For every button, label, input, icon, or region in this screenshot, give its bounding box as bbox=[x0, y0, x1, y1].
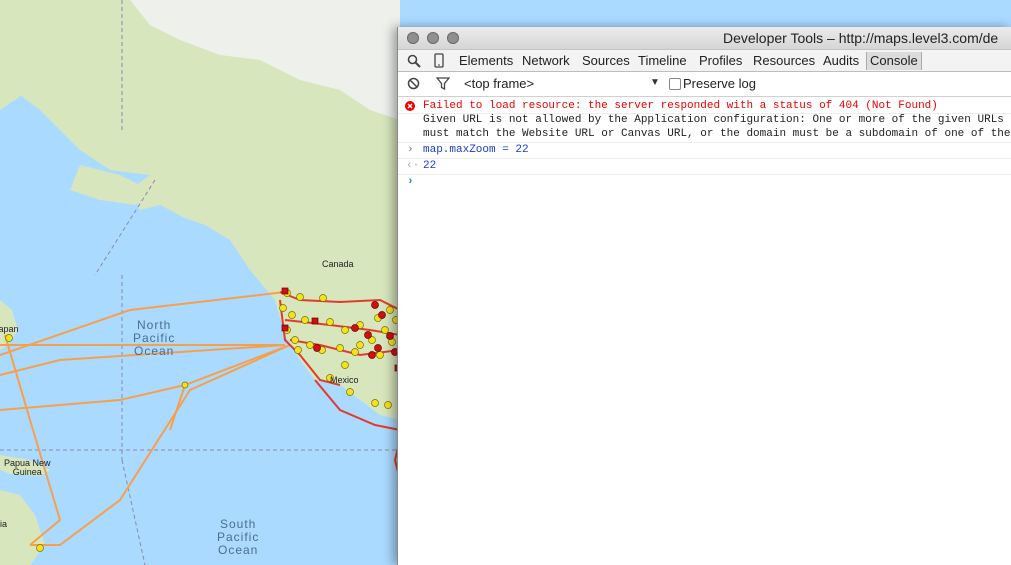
south-pacific-ocean-label: South Pacific Ocean bbox=[217, 518, 259, 557]
close-window-button[interactable] bbox=[407, 32, 419, 44]
console-error-message: Failed to load resource: the server resp… bbox=[398, 99, 1011, 114]
minimize-window-button[interactable] bbox=[427, 32, 439, 44]
canada-label: Canada bbox=[322, 259, 354, 269]
result-arrow-icon: ‹· bbox=[406, 160, 420, 172]
window-titlebar[interactable]: Developer Tools – http://maps.level3.com… bbox=[398, 27, 1011, 50]
log-text-line1: Given URL is not allowed by the Applicat… bbox=[423, 114, 1004, 126]
console-input-entry: › map.maxZoom = 22 bbox=[398, 143, 1011, 159]
tab-profiles[interactable]: Profiles bbox=[699, 53, 742, 68]
clear-console-icon[interactable] bbox=[407, 77, 420, 90]
window-title: Developer Tools – http://maps.level3.com… bbox=[723, 30, 999, 46]
preserve-log-label[interactable]: Preserve log bbox=[683, 76, 756, 91]
tab-timeline[interactable]: Timeline bbox=[638, 53, 687, 68]
tab-elements[interactable]: Elements bbox=[459, 53, 513, 68]
tab-network[interactable]: Network bbox=[522, 53, 570, 68]
png-label: Papua New Guinea bbox=[4, 459, 51, 477]
console-log-message: Given URL is not allowed by the Applicat… bbox=[398, 114, 1011, 143]
result-value-text: 22 bbox=[423, 160, 437, 172]
input-prompt-icon: › bbox=[407, 144, 414, 156]
preserve-log-checkbox[interactable] bbox=[669, 78, 681, 90]
frame-select[interactable]: <top frame> bbox=[464, 76, 534, 91]
prompt-caret-icon: › bbox=[407, 176, 414, 188]
search-icon[interactable] bbox=[407, 54, 421, 68]
zoom-window-button[interactable] bbox=[447, 32, 459, 44]
console-prompt[interactable]: › bbox=[398, 175, 1011, 191]
ocean-label-line: Ocean bbox=[133, 344, 175, 358]
tab-resources[interactable]: Resources bbox=[753, 53, 815, 68]
chevron-down-icon[interactable]: ▼ bbox=[650, 77, 660, 88]
error-icon bbox=[405, 101, 415, 111]
north-pacific-ocean-label: North Pacific Ocean bbox=[133, 319, 175, 358]
tab-audits[interactable]: Audits bbox=[823, 53, 859, 68]
japan-label: Japan bbox=[0, 324, 19, 334]
console-toolbar: <top frame> ▼ Preserve log bbox=[398, 72, 1011, 97]
mexico-label: Mexico bbox=[330, 375, 359, 385]
tab-sources[interactable]: Sources bbox=[582, 53, 630, 68]
log-text-line2: must match the Website URL or Canvas URL… bbox=[423, 128, 1011, 140]
devtools-tabbar: Elements Network Sources Timeline Profil… bbox=[398, 50, 1011, 72]
ocean-label-line: Ocean bbox=[217, 543, 259, 557]
error-text: Failed to load resource: the server resp… bbox=[423, 100, 938, 112]
filter-icon[interactable] bbox=[436, 77, 450, 90]
console-result-entry: ‹· 22 bbox=[398, 159, 1011, 175]
australia-label: lia bbox=[0, 519, 8, 529]
device-mode-icon[interactable] bbox=[434, 53, 444, 68]
developer-tools-window: Developer Tools – http://maps.level3.com… bbox=[397, 27, 1011, 565]
input-command-text: map.maxZoom = 22 bbox=[423, 144, 529, 156]
tab-console[interactable]: Console bbox=[866, 52, 922, 70]
png-label-line2: Guinea bbox=[12, 467, 42, 477]
